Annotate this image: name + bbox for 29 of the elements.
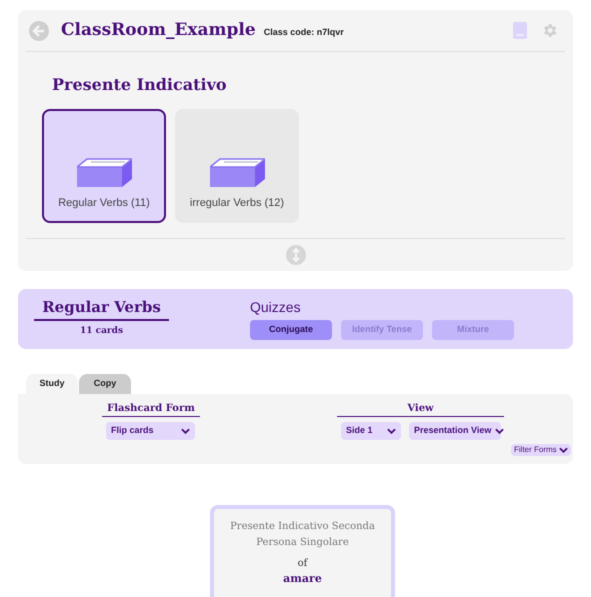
view-mode-select[interactable]: Presentation View <box>409 422 501 440</box>
quiz-button[interactable]: Conjugate <box>250 320 332 340</box>
side-select[interactable]: Side 1 <box>341 422 401 440</box>
chevron-icon <box>558 447 568 453</box>
chevron-icon <box>387 428 396 434</box>
settings-icon[interactable] <box>541 22 558 39</box>
view-label: View <box>406 402 435 416</box>
chevron-icon <box>495 428 504 434</box>
quizzes-title: Quizzes <box>250 298 302 316</box>
section-title: Presente Indicativo <box>52 74 228 96</box>
flashcard-form-label: Flashcard Form <box>106 402 196 416</box>
tab[interactable]: Copy <box>79 374 131 394</box>
filter-forms-button[interactable]: Filter Forms <box>511 444 571 456</box>
deck-card[interactable]: Regular Verbs (11) <box>42 109 166 223</box>
flashcard-verb: amare <box>283 571 322 587</box>
book-icon[interactable] <box>513 22 527 39</box>
box-icon <box>210 156 264 186</box>
deck-title: Regular Verbs <box>42 297 161 317</box>
vertical-arrows-icon[interactable] <box>286 245 306 265</box>
classroom-title: ClassRoom_Example <box>61 18 256 42</box>
flashcard-form-select[interactable]: Flip cards <box>106 422 195 440</box>
flashcard-connector: of <box>298 557 308 571</box>
flashcard-prompt: Presente Indicativo Seconda Persona Singolare <box>229 520 376 550</box>
box-icon <box>76 156 132 186</box>
chevron-icon <box>181 428 190 434</box>
class-code: Class code: n7lqvr <box>264 26 344 39</box>
deck-card[interactable]: irregular Verbs (12) <box>175 109 299 223</box>
card-count: 11 cards <box>80 325 124 338</box>
tab[interactable]: Study <box>26 374 78 394</box>
